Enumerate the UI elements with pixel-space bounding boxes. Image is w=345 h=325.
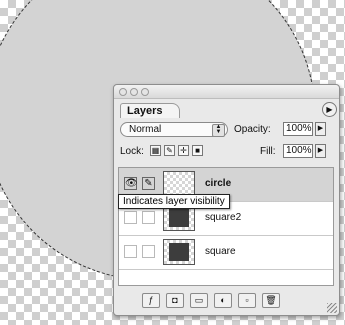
lock-fill-row: Lock: ▦ ✎ ✛ ■ Fill: 100% ▶ [114,141,339,163]
lock-position-icon[interactable]: ✛ [178,145,189,156]
lock-image-icon[interactable]: ✎ [164,145,175,156]
layer-name: circle [205,178,232,189]
link-toggle[interactable] [142,245,155,258]
zoom-button[interactable] [141,88,149,96]
palette-titlebar[interactable] [114,85,339,99]
opacity-input[interactable]: 100% [283,122,313,136]
resize-grip-icon[interactable] [327,303,337,313]
layer-row-square[interactable]: square [119,236,333,270]
blend-opacity-row: Normal ▲ ▼ Opacity: 100% ▶ [114,119,339,141]
layer-thumbnail [163,239,195,265]
blend-mode-value: Normal [129,124,162,135]
chevron-updown-icon: ▲ ▼ [212,124,225,137]
layer-name: square2 [205,212,242,223]
lock-transparency-icon[interactable]: ▦ [150,145,161,156]
fill-slider-button[interactable]: ▶ [315,144,326,158]
new-set-icon[interactable]: ▭ [190,293,208,308]
fill-label: Fill: [260,146,276,157]
tab-row: Layers ▶ [114,99,339,119]
opacity-slider-button[interactable]: ▶ [315,122,326,136]
link-toggle[interactable] [142,211,155,224]
eye-icon[interactable]: 👁 [124,177,138,190]
layers-list: 👁 ✎ circle square2 square [118,167,334,286]
brush-icon[interactable]: ✎ [142,177,155,190]
close-button[interactable] [119,88,127,96]
minimize-button[interactable] [130,88,138,96]
new-layer-icon[interactable]: ▫ [238,293,256,308]
lock-label: Lock: [120,146,144,157]
fill-input[interactable]: 100% [283,144,313,158]
layer-style-icon[interactable]: ƒ [142,293,160,308]
visibility-toggle[interactable] [124,245,137,258]
opacity-label: Opacity: [234,124,271,135]
visibility-toggle[interactable] [124,211,137,224]
tab-layers[interactable]: Layers [120,103,180,118]
trash-icon[interactable]: 🗑 [262,293,280,308]
layer-name: square [205,246,236,257]
visibility-tooltip: Indicates layer visibility [118,194,230,209]
panel-menu-icon[interactable]: ▶ [322,102,337,117]
lock-all-icon[interactable]: ■ [192,145,203,156]
add-mask-icon[interactable]: ◘ [166,293,184,308]
adjustment-layer-icon[interactable]: ◐ [214,293,232,308]
blend-mode-select[interactable]: Normal ▲ ▼ [120,122,228,137]
